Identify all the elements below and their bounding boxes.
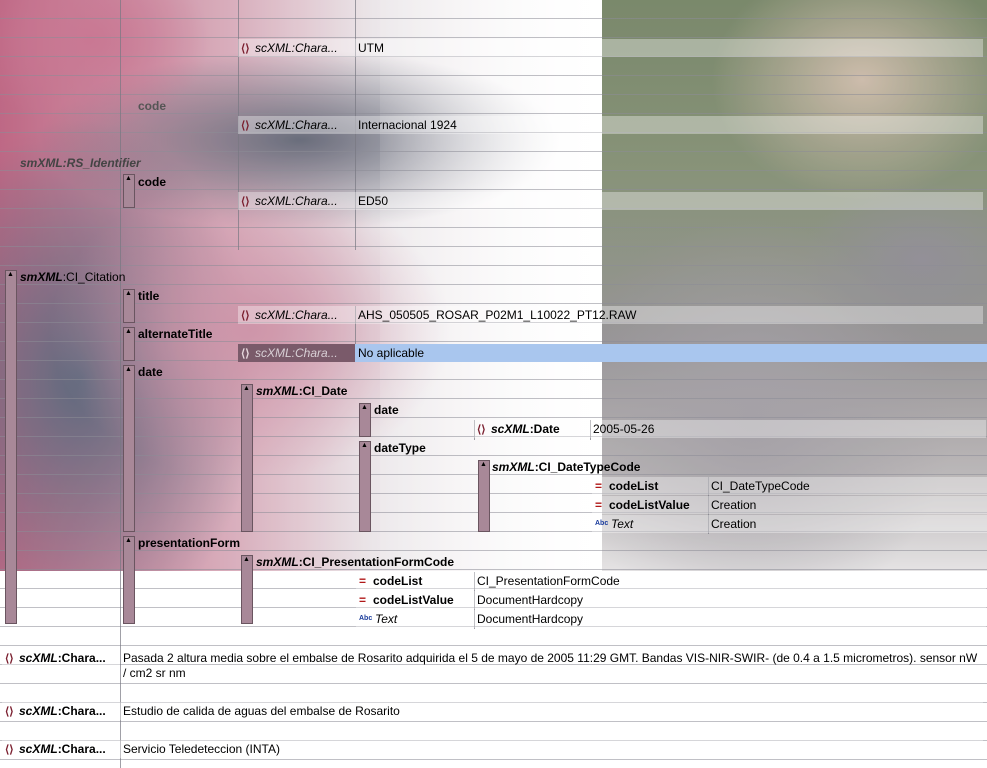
code-label: code	[138, 175, 167, 189]
attribute-value-cell[interactable]: Creation	[708, 496, 987, 514]
element-tag-cell[interactable]: ⟨⟩ scXML:Chara...	[238, 306, 355, 324]
collapse-toggle[interactable]	[123, 536, 135, 624]
element-tag-cell[interactable]: ⟨⟩ scXML:Chara...	[238, 39, 355, 57]
element-brace-icon: ⟨⟩	[241, 310, 250, 322]
collapse-toggle[interactable]	[478, 460, 490, 532]
date-value[interactable]: 2005-05-26	[590, 420, 986, 438]
image-overlap	[380, 0, 602, 571]
abstract-value[interactable]: Pasada 2 altura media sobre el embalse d…	[123, 651, 983, 681]
title-label: title	[138, 289, 160, 303]
rs-identifier-label: smXML:RS_Identifier	[20, 156, 141, 170]
attribute-value-cell[interactable]: CI_DateTypeCode	[708, 477, 987, 495]
element-tag-cell[interactable]: ⟨⟩ scXML:Date	[474, 420, 590, 438]
collapse-toggle[interactable]	[241, 384, 253, 532]
element-brace-icon: ⟨⟩	[241, 43, 250, 55]
attribute-name-cell[interactable]: = codeListValue	[356, 591, 474, 609]
date-label: date	[138, 365, 163, 379]
purpose-value[interactable]: Estudio de calida de aguas del embalse d…	[120, 702, 983, 720]
credit-value[interactable]: Servicio Teledeteccion (INTA)	[120, 740, 983, 758]
abc-text-icon: Abc	[595, 520, 609, 527]
alternate-title-label: alternateTitle	[138, 327, 213, 341]
datetype-label: dateType	[374, 441, 426, 455]
text-value-cell[interactable]: Creation	[708, 515, 987, 533]
attribute-value-cell[interactable]: CI_PresentationFormCode	[474, 572, 986, 590]
attribute-name-cell[interactable]: = codeListValue	[592, 496, 708, 514]
element-brace-icon: ⟨⟩	[241, 348, 250, 360]
element-brace-icon: ⟨⟩	[241, 120, 250, 132]
element-brace-icon: ⟨⟩	[5, 706, 14, 718]
abc-text-icon: Abc	[359, 615, 373, 622]
collapse-toggle[interactable]	[241, 555, 253, 624]
collapse-toggle[interactable]	[123, 327, 135, 361]
code-label: code	[138, 99, 167, 113]
text-node-cell[interactable]: Abc Text	[592, 515, 708, 533]
value-cell[interactable]: Internacional 1924	[355, 116, 983, 134]
collapse-toggle[interactable]	[123, 365, 135, 532]
ci-presentation-tag: smXML:CI_PresentationFormCode	[256, 555, 455, 569]
date-inner-label: date	[374, 403, 399, 417]
element-brace-icon: ⟨⟩	[5, 653, 14, 665]
collapse-toggle[interactable]	[123, 174, 135, 208]
presentation-form-label: presentationForm	[138, 536, 241, 550]
ci-citation-tag: smXML:CI_Citation	[20, 270, 126, 284]
text-value-cell[interactable]: DocumentHardcopy	[474, 610, 986, 628]
collapse-toggle[interactable]	[359, 441, 371, 532]
attribute-equals-icon: =	[359, 574, 367, 588]
attribute-equals-icon: =	[595, 479, 603, 493]
purpose-tag-cell[interactable]: ⟨⟩ scXML:Chara...	[2, 702, 120, 720]
ci-date-tag: smXML:CI_Date	[256, 384, 348, 398]
attribute-name-cell[interactable]: = codeList	[356, 572, 474, 590]
element-tag-cell-selected[interactable]: ⟨⟩ scXML:Chara...	[238, 344, 355, 362]
value-cell[interactable]: ED50	[355, 192, 983, 210]
text-node-cell[interactable]: Abc Text	[356, 610, 474, 628]
attribute-value-cell[interactable]: DocumentHardcopy	[474, 591, 986, 609]
element-brace-icon: ⟨⟩	[477, 424, 486, 436]
collapse-toggle[interactable]	[5, 270, 17, 624]
attribute-name-cell[interactable]: = codeList	[592, 477, 708, 495]
credit-tag-cell[interactable]: ⟨⟩ scXML:Chara...	[2, 740, 120, 758]
element-tag-cell[interactable]: ⟨⟩ scXML:Chara...	[238, 192, 355, 210]
element-brace-icon: ⟨⟩	[5, 744, 14, 756]
collapse-toggle[interactable]	[123, 289, 135, 323]
value-cell[interactable]: UTM	[355, 39, 983, 57]
collapse-toggle[interactable]	[359, 403, 371, 437]
ci-datetypecode-tag: smXML:CI_DateTypeCode	[492, 460, 641, 474]
element-tag-cell[interactable]: ⟨⟩ scXML:Chara...	[238, 116, 355, 134]
abstract-tag-cell[interactable]: ⟨⟩ scXML:Chara...	[2, 649, 120, 667]
value-cell-selected[interactable]: No aplicable	[355, 344, 987, 362]
attribute-equals-icon: =	[595, 498, 603, 512]
attribute-equals-icon: =	[359, 593, 367, 607]
value-cell[interactable]: AHS_050505_ROSAR_P02M1_L10022_PT12.RAW	[355, 306, 983, 324]
element-brace-icon: ⟨⟩	[241, 196, 250, 208]
